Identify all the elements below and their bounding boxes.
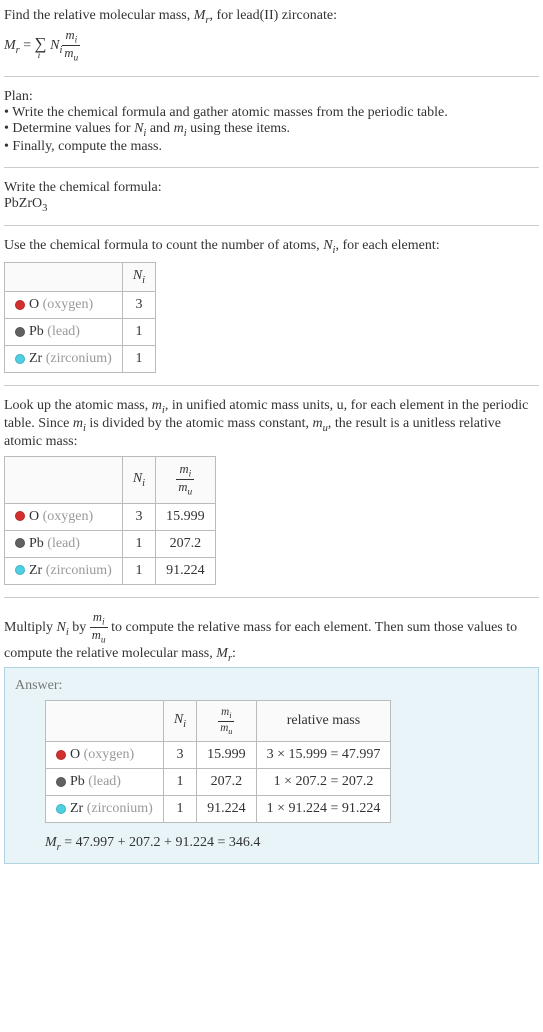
divider bbox=[4, 167, 539, 168]
multiply-text: Multiply Ni by mimu to compute the relat… bbox=[4, 610, 539, 664]
divider bbox=[4, 385, 539, 386]
answer-table: Ni mimu relative mass O (oxygen) 3 15.99… bbox=[45, 700, 391, 822]
table-row: Pb (lead) 1 207.2 1 × 207.2 = 207.2 bbox=[46, 768, 391, 795]
count-section: Use the chemical formula to count the nu… bbox=[4, 234, 539, 377]
chemical-formula: PbZrO3 bbox=[4, 196, 539, 214]
element-cell-o: O (oxygen) bbox=[5, 503, 123, 530]
m-value: 15.999 bbox=[156, 503, 216, 530]
count-text: Use the chemical formula to count the nu… bbox=[4, 238, 539, 256]
ni-value: 1 bbox=[122, 346, 155, 373]
element-cell-o: O (oxygen) bbox=[46, 741, 164, 768]
table-row: Zr (zirconium) 1 91.224 bbox=[5, 557, 216, 584]
divider bbox=[4, 597, 539, 598]
table-row: Zr (zirconium) 1 91.224 1 × 91.224 = 91.… bbox=[46, 795, 391, 822]
mr-sum-line: Mr = 47.997 + 207.2 + 91.224 = 346.4 bbox=[45, 835, 528, 853]
mi-mu-header: mimu bbox=[156, 456, 216, 503]
divider bbox=[4, 76, 539, 77]
m-value: 91.224 bbox=[197, 795, 257, 822]
plan-item-3: • Finally, compute the mass. bbox=[4, 139, 539, 155]
ni-value: 1 bbox=[163, 795, 196, 822]
dot-icon bbox=[15, 327, 25, 337]
ni-value: 1 bbox=[122, 557, 155, 584]
table-row: Pb (lead) 1 207.2 bbox=[5, 530, 216, 557]
ni-header: Ni bbox=[163, 701, 196, 741]
plan-item-1: • Write the chemical formula and gather … bbox=[4, 105, 539, 121]
dot-icon bbox=[15, 354, 25, 364]
plan-heading: Plan: bbox=[4, 89, 539, 105]
element-cell-zr: Zr (zirconium) bbox=[46, 795, 164, 822]
dot-icon bbox=[15, 538, 25, 548]
element-cell-zr: Zr (zirconium) bbox=[5, 557, 123, 584]
ni-value: 1 bbox=[122, 319, 155, 346]
table-row: O (oxygen) 3 bbox=[5, 292, 156, 319]
relmass-value: 1 × 91.224 = 91.224 bbox=[256, 795, 391, 822]
table-header-row: Ni mimu bbox=[5, 456, 216, 503]
dot-icon bbox=[56, 750, 66, 760]
table-row: Pb (lead) 1 bbox=[5, 319, 156, 346]
lookup-section: Look up the atomic mass, mi, in unified … bbox=[4, 394, 539, 589]
intro-text-a: Find the relative molecular mass, bbox=[4, 8, 194, 23]
ni-value: 3 bbox=[122, 503, 155, 530]
m-value: 15.999 bbox=[197, 741, 257, 768]
ni-header: Ni bbox=[122, 263, 155, 292]
table-row: Zr (zirconium) 1 bbox=[5, 346, 156, 373]
ni-value: 3 bbox=[122, 292, 155, 319]
ni-value: 1 bbox=[163, 768, 196, 795]
plan-item-2: • Determine values for Ni and mi using t… bbox=[4, 121, 539, 139]
dot-icon bbox=[15, 300, 25, 310]
m-value: 207.2 bbox=[197, 768, 257, 795]
plan-section: Plan: • Write the chemical formula and g… bbox=[4, 85, 539, 159]
lookup-table: Ni mimu O (oxygen) 3 15.999 Pb (lead) 1 … bbox=[4, 456, 216, 585]
element-cell-pb: Pb (lead) bbox=[5, 530, 123, 557]
table-header-row: Ni bbox=[5, 263, 156, 292]
lookup-text: Look up the atomic mass, mi, in unified … bbox=[4, 398, 539, 450]
element-cell-o: O (oxygen) bbox=[5, 292, 123, 319]
mi-mu-header: mimu bbox=[197, 701, 257, 741]
relmass-header: relative mass bbox=[256, 701, 391, 741]
intro-text-b: , for lead(II) zirconate: bbox=[210, 8, 337, 23]
intro-section: Find the relative molecular mass, Mr, fo… bbox=[4, 4, 539, 68]
table-header-row: Ni mimu relative mass bbox=[46, 701, 391, 741]
m-value: 207.2 bbox=[156, 530, 216, 557]
dot-icon bbox=[56, 777, 66, 787]
relmass-value: 1 × 207.2 = 207.2 bbox=[256, 768, 391, 795]
ni-value: 1 bbox=[122, 530, 155, 557]
table-row: O (oxygen) 3 15.999 bbox=[5, 503, 216, 530]
dot-icon bbox=[15, 511, 25, 521]
ni-header: Ni bbox=[122, 456, 155, 503]
ni-value: 3 bbox=[163, 741, 196, 768]
write-formula-section: Write the chemical formula: PbZrO3 bbox=[4, 176, 539, 218]
table-row: O (oxygen) 3 15.999 3 × 15.999 = 47.997 bbox=[46, 741, 391, 768]
count-table: Ni O (oxygen) 3 Pb (lead) 1 Zr (zirconiu… bbox=[4, 262, 156, 373]
write-heading: Write the chemical formula: bbox=[4, 180, 539, 196]
element-cell-pb: Pb (lead) bbox=[46, 768, 164, 795]
answer-box: Answer: Ni mimu relative mass O (oxygen)… bbox=[4, 667, 539, 863]
answer-label: Answer: bbox=[15, 678, 528, 694]
mr-symbol: Mr bbox=[194, 8, 210, 23]
multiply-section: Multiply Ni by mimu to compute the relat… bbox=[4, 606, 539, 868]
element-cell-pb: Pb (lead) bbox=[5, 319, 123, 346]
m-value: 91.224 bbox=[156, 557, 216, 584]
element-cell-zr: Zr (zirconium) bbox=[5, 346, 123, 373]
mr-equation: Mr = ∑i Nimimu bbox=[4, 28, 539, 64]
relmass-value: 3 × 15.999 = 47.997 bbox=[256, 741, 391, 768]
dot-icon bbox=[15, 565, 25, 575]
divider bbox=[4, 225, 539, 226]
dot-icon bbox=[56, 804, 66, 814]
